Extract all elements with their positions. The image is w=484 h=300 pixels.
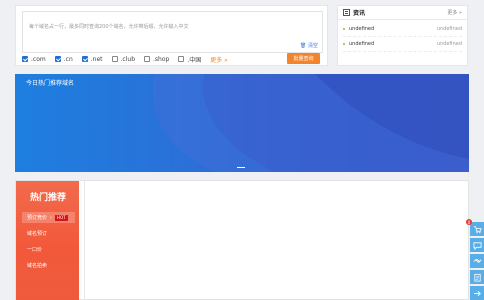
checkbox-net[interactable] (81, 56, 88, 62)
news-icon (343, 9, 350, 16)
news-item-date: undefined (436, 26, 462, 32)
hot-content-area (84, 181, 468, 300)
news-item-title: undefined (343, 26, 374, 32)
banner-decoration (152, 74, 469, 172)
banner-title: 今日热门推荐域名 (26, 80, 75, 87)
more-tlds-link[interactable]: 更多 » (210, 55, 228, 64)
hot-badge: HOT (55, 214, 68, 221)
tab-bidding[interactable]: 预订竞价 › HOT (22, 212, 75, 223)
chevron-right-icon: › (50, 214, 53, 221)
floating-toolbar: 0 (466, 219, 484, 300)
news-list: undefined undefined undefined undefined (338, 20, 467, 54)
checkbox-zhongguo[interactable] (178, 56, 185, 62)
clear-label: 清空 (307, 43, 318, 49)
checkbox-com[interactable] (22, 56, 28, 62)
news-title: 资讯 (353, 10, 366, 17)
checkbox-cn[interactable] (54, 56, 61, 62)
handshake-icon (473, 258, 481, 263)
orders-button[interactable] (470, 270, 484, 284)
news-more-link[interactable]: 更多 » (447, 9, 462, 16)
news-item[interactable]: undefined undefined (343, 37, 462, 52)
clipboard-icon (473, 273, 481, 282)
news-header: 资讯 更多 » (338, 6, 467, 20)
news-item[interactable]: undefined undefined (343, 22, 462, 37)
search-placeholder: 每个域名占一行，最多同时查询200个域名，允许带后缀，允许输入中文 (29, 24, 189, 30)
hot-sidebar: 热门推荐 预订竞价 › HOT 域名预订 一口价 域名拍卖 (16, 181, 79, 300)
cart-icon (473, 225, 482, 233)
tab-label: 一口价 (27, 247, 43, 253)
tab-auction[interactable]: 域名拍卖 (22, 260, 75, 271)
tld-label: .club (120, 55, 135, 63)
tld-label: .cn (63, 55, 73, 63)
tld-option-cn[interactable]: .cn (54, 55, 73, 63)
hot-title: 热门推荐 (30, 193, 67, 203)
tld-label: .中国 (187, 56, 202, 64)
batch-query-button[interactable]: 批量查询 (287, 53, 320, 64)
tld-option-zhongguo[interactable]: .中国 (178, 55, 201, 64)
recommended-domains-banner[interactable]: 今日热门推荐域名 (15, 74, 469, 172)
tab-label: 预订竞价 (27, 215, 48, 221)
arrow-right-icon (473, 290, 481, 296)
tab-label: 域名拍卖 (27, 263, 48, 269)
chat-icon (472, 241, 482, 250)
tld-options: .com .cn .net .club .shop .中国 更多 » (22, 54, 228, 64)
domain-search-card: 每个域名占一行，最多同时查询200个域名，允许带后缀，允许输入中文 🗑 清空 .… (15, 5, 328, 66)
tld-option-net[interactable]: .net (81, 55, 103, 63)
news-item-date: undefined (436, 41, 462, 47)
tab-label: 域名预订 (27, 231, 48, 237)
tld-option-com[interactable]: .com (22, 56, 46, 63)
chat-button[interactable] (470, 238, 484, 252)
tld-option-club[interactable]: .club (111, 55, 135, 63)
cart-count-badge: 0 (466, 219, 472, 225)
tld-label: .shop (153, 55, 170, 63)
tld-label: .net (90, 55, 103, 63)
domain-search-textarea[interactable]: 每个域名占一行，最多同时查询200个域名，允许带后缀，允许输入中文 🗑 清空 (22, 11, 323, 53)
partner-button[interactable] (470, 254, 484, 268)
checkbox-club[interactable] (111, 56, 118, 62)
hot-recommendations: 热门推荐 预订竞价 › HOT 域名预订 一口价 域名拍卖 (15, 180, 469, 300)
news-item-title: undefined (343, 41, 374, 47)
carousel-indicator[interactable] (237, 167, 245, 168)
cart-button[interactable] (470, 222, 484, 236)
news-title-wrap: 资讯 (343, 8, 365, 17)
tab-fixed-price[interactable]: 一口价 (22, 244, 75, 255)
clear-button[interactable]: 🗑 清空 (300, 42, 318, 49)
trash-icon: 🗑 (300, 43, 307, 49)
tab-reservation[interactable]: 域名预订 (22, 228, 75, 239)
news-panel: 资讯 更多 » undefined undefined undefined un… (337, 5, 468, 66)
tld-option-shop[interactable]: .shop (144, 56, 169, 63)
tld-label: .com (31, 55, 46, 63)
go-button[interactable] (470, 286, 484, 300)
checkbox-shop[interactable] (144, 56, 150, 62)
